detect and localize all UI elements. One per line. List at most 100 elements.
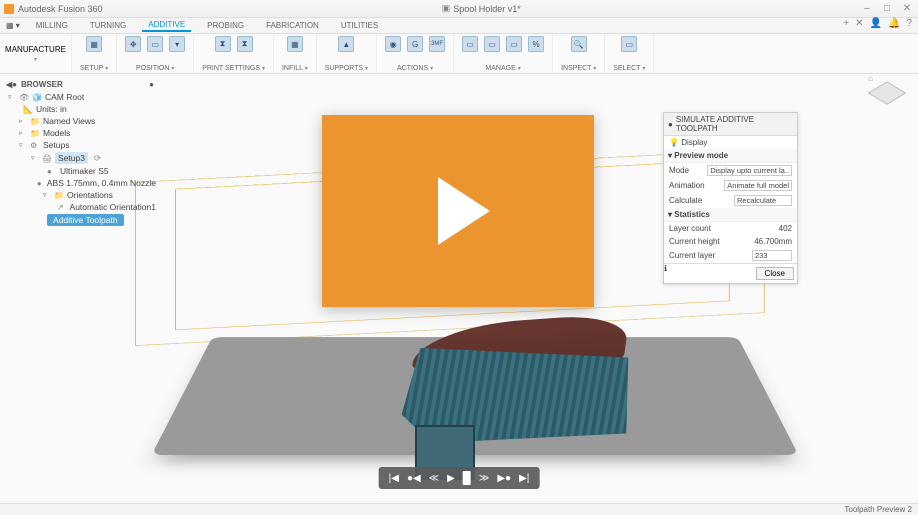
supports-icon[interactable]: ▲ [338,36,354,52]
panel-label: Preview mode [674,151,728,160]
tree-toolpath[interactable]: Additive Toolpath [6,213,158,227]
ribbon-label: INSPECT [561,65,591,72]
mode-select[interactable]: Display upto current la.. [707,165,792,176]
panel-stats-section[interactable]: ▾ Statistics [664,208,797,222]
workspace-switcher[interactable]: MANUFACTURE ▾ [0,34,72,73]
prev-key-button[interactable]: ●◀ [407,473,421,484]
minimize-icon[interactable]: ▾ [169,36,185,52]
maximize-button[interactable]: □ [880,3,894,14]
tree-auto-orient[interactable]: ↗Automatic Orientation1 [6,201,158,213]
panel-preview-section[interactable]: ▾ Preview mode [664,149,797,163]
panel-label: Display [681,138,707,147]
video-play-overlay[interactable] [322,115,594,307]
status-bar: Toolpath Preview 2 [0,503,918,515]
hourglass-icon[interactable]: ⧗ [215,36,231,52]
next-key-button[interactable]: ▶● [497,473,511,484]
tree-setups[interactable]: ▿⚙Setups [6,139,158,151]
tree-label: Units: in [36,104,67,114]
place-icon[interactable]: ▭ [147,36,163,52]
tree-material[interactable]: ●ABS 1.75mm, 0.4mm Nozzle [6,177,158,189]
app-title: Autodesk Fusion 360 [18,4,103,14]
tab-strip: ▦ ▾ MILLING TURNING ADDITIVE PROBING FAB… [0,18,918,34]
play-button[interactable]: ▶ [447,473,455,484]
tree-setup3[interactable]: ▿🖨Setup3⟳ [6,151,158,165]
tree-label: Setup3 [55,152,88,164]
cube-icon[interactable] [868,81,907,104]
view-cube[interactable]: ⌂ [870,76,904,110]
tree-label: Named Views [43,116,95,126]
tree-models[interactable]: ▹📁Models [6,127,158,139]
speed-slider[interactable] [463,471,471,485]
move-icon[interactable]: ✥ [125,36,141,52]
select-icon[interactable]: ▭ [621,36,637,52]
tab-probing[interactable]: PROBING [201,20,250,31]
browser-panel: ◀●BROWSER● ▿👁🧊CAM Root 📐Units: in ▹📁Name… [0,74,160,231]
panel-height-row: Current height46.700mm [664,235,797,248]
ribbon-label: SUPPORTS [325,65,363,72]
settings-icon[interactable]: ⧗ [237,36,253,52]
forward-button[interactable]: ≫ [479,473,489,484]
tab-milling[interactable]: MILLING [30,20,74,31]
tree-label: Automatic Orientation1 [70,202,156,212]
home-icon[interactable]: ⌂ [868,74,873,83]
panel-title-text: SIMULATE ADDITIVE TOOLPATH [676,115,793,133]
new-tab-button[interactable]: + [843,18,849,29]
tree-orientations[interactable]: ▿📁Orientations [6,189,158,201]
rewind-button[interactable]: ≪ [429,473,439,484]
app-icon [4,4,14,14]
app-menu-icon[interactable]: ▦ ▾ [6,21,20,30]
quick-access: + ✕ 👤 🔔 ? [843,18,912,29]
recalculate-button[interactable]: Recalculate [734,195,792,206]
tab-fabrication[interactable]: FABRICATION [260,20,325,31]
last-button[interactable]: ▶| [519,473,529,484]
tab-additive[interactable]: ADDITIVE [142,19,191,32]
panel-mode-row: ModeDisplay upto current la.. [664,163,797,178]
current-layer-input[interactable]: 233 [752,250,792,261]
first-button[interactable]: |◀ [389,473,399,484]
panel-layer-row: Current layer233 [664,248,797,263]
animation-select[interactable]: Animate full model [724,180,792,191]
tab-turning[interactable]: TURNING [84,20,132,31]
m4-icon[interactable]: % [528,36,544,52]
tree-printer[interactable]: ●Ultimaker S5 [6,165,158,177]
3mf-icon[interactable]: 3MF [429,36,445,52]
sim-icon[interactable]: G [407,36,423,52]
ribbon-group-print-settings: ⧗⧗ PRINT SETTINGS ▾ [194,34,274,73]
m3-icon[interactable]: ▭ [506,36,522,52]
ribbon-group-actions: ◉G3MF ACTIONS ▾ [377,34,454,73]
window-controls: – □ ✕ [860,3,914,14]
panel-anim-row: AnimationAnimate full model [664,178,797,193]
tree-named-views[interactable]: ▹📁Named Views [6,115,158,127]
tree-label: Orientations [67,190,113,200]
panel-label: Statistics [674,210,710,219]
close-tab-button[interactable]: ✕ [855,18,863,29]
doc-icon: ▣ [442,3,451,14]
help-icon[interactable]: ? [906,18,912,29]
m2-icon[interactable]: ▭ [484,36,500,52]
panel-title[interactable]: ●SIMULATE ADDITIVE TOOLPATH [664,113,797,136]
panel-display-row[interactable]: 💡 Display [664,136,797,149]
tree-label: Ultimaker S5 [60,166,109,176]
user-icon[interactable]: 👤 [870,18,882,29]
m1-icon[interactable]: ▭ [462,36,478,52]
panel-label: Layer count [669,224,711,233]
panel-calc-row: CalculateRecalculate [664,193,797,208]
gen-icon[interactable]: ◉ [385,36,401,52]
tree-root[interactable]: ▿👁🧊CAM Root [6,91,158,103]
notifications-icon[interactable]: 🔔 [888,18,900,29]
tree-label: Models [43,128,70,138]
ribbon-label: ACTIONS [397,65,428,72]
minimize-button[interactable]: – [860,3,874,14]
browser-header[interactable]: ◀●BROWSER● [2,78,158,91]
tree-units[interactable]: 📐Units: in [6,103,158,115]
setup-icon[interactable]: ▦ [86,36,102,52]
close-button[interactable]: Close [756,267,794,280]
tree-label: ABS 1.75mm, 0.4mm Nozzle [47,178,156,188]
tab-utilities[interactable]: UTILITIES [335,20,384,31]
play-icon [438,177,490,245]
inspect-icon[interactable]: 🔍 [571,36,587,52]
close-window-button[interactable]: ✕ [900,3,914,14]
ribbon-label: POSITION [136,65,169,72]
ribbon-label: PRINT SETTINGS [202,65,260,72]
infill-icon[interactable]: ▦ [287,36,303,52]
